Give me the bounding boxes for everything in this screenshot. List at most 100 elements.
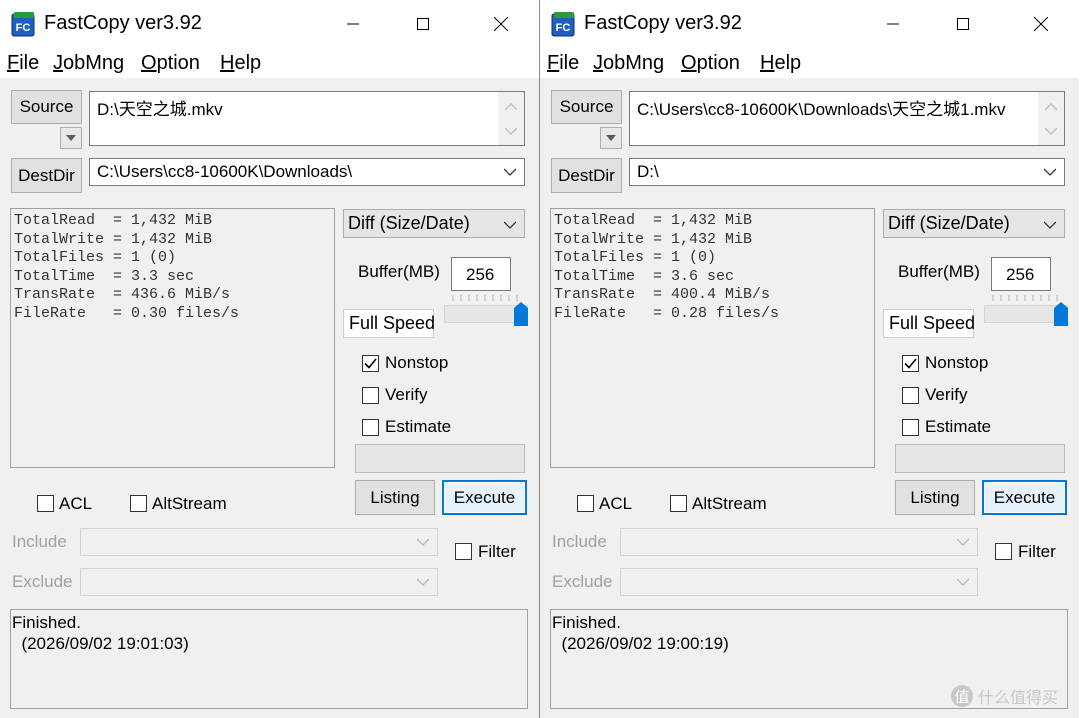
execute-button[interactable]: Execute (442, 480, 527, 515)
menu-label-rest: obMng (63, 52, 125, 74)
option-label: Nonstop (385, 353, 449, 372)
stat-line: TransRate = 436.6 MiB/s (14, 286, 231, 304)
close-icon (494, 17, 508, 31)
listing-button[interactable]: Listing (355, 480, 435, 515)
option-label: Verify (925, 385, 968, 404)
copy-mode-select[interactable]: Diff (Size/Date) (343, 209, 525, 238)
speed-slider-thumb[interactable] (1054, 302, 1068, 326)
buffer-input[interactable]: 256 (451, 257, 511, 291)
menu-label-rest: ile (19, 52, 40, 74)
option-checkbox[interactable] (362, 387, 379, 404)
close-button[interactable] (1018, 8, 1064, 40)
scroll-down-arrow[interactable] (498, 121, 524, 141)
menu-jobmng[interactable]: JobMng (53, 52, 124, 75)
menu-file[interactable]: File (547, 52, 579, 75)
altstream-checkbox[interactable] (670, 495, 687, 512)
status-line: (2026/09/02 19:01:03) (12, 634, 189, 653)
acl-checkbox[interactable] (577, 495, 594, 512)
stat-line: TotalTime = 3.6 sec (554, 267, 735, 285)
include-combo[interactable] (620, 528, 978, 556)
menu-help[interactable]: Help (760, 52, 801, 75)
source-button[interactable]: Source (551, 90, 622, 124)
speed-ticks (452, 295, 518, 301)
option-verify[interactable]: Verify (902, 385, 1022, 407)
menu-option[interactable]: Option (681, 52, 740, 75)
svg-text:FC: FC (16, 22, 31, 34)
chevron-up-icon (505, 102, 517, 110)
include-combo[interactable] (80, 528, 438, 556)
source-path-field[interactable]: D:\天空之城.mkv (89, 91, 525, 146)
altstream-checkbox[interactable] (130, 495, 147, 512)
destdir-button[interactable]: DestDir (11, 158, 82, 193)
source-path-field[interactable]: C:\Users\cc8-10600K\Downloads\天空之城1.mkv (629, 91, 1065, 146)
option-nonstop[interactable]: Nonstop (902, 353, 1022, 375)
title-bar: FC FastCopy ver3.92 (540, 0, 1079, 48)
menu-accelerator-letter: J (593, 52, 603, 74)
altstream-label: AltStream (692, 494, 767, 513)
chevron-down-icon (504, 168, 516, 176)
altstream-label: AltStream (152, 494, 227, 513)
acl-checkbox[interactable] (37, 495, 54, 512)
close-button[interactable] (478, 8, 524, 40)
option-checkbox[interactable] (362, 355, 379, 372)
menu-label-rest: ption (696, 52, 740, 74)
source-scrollbar[interactable] (498, 92, 524, 145)
stat-line: TotalFiles = 1 (0) (554, 249, 717, 267)
maximize-button[interactable] (940, 8, 986, 40)
watermark-text: 什么值得买 (977, 690, 1058, 707)
option-checkbox[interactable] (902, 419, 919, 436)
source-scrollbar[interactable] (1038, 92, 1064, 145)
menu-label-rest: ption (156, 52, 200, 74)
stats-panel: TotalRead = 1,432 MiB TotalWrite = 1,432 … (550, 208, 875, 468)
maximize-button[interactable] (400, 8, 446, 40)
scroll-up-arrow[interactable] (498, 96, 524, 116)
menu-file[interactable]: File (7, 52, 39, 75)
exclude-combo[interactable] (620, 568, 978, 596)
source-path-text: C:\Users\cc8-10600K\Downloads\天空之城1.mkv (637, 100, 1006, 119)
filter-checkbox[interactable] (455, 543, 472, 560)
dest-path-combo[interactable]: D:\ (629, 158, 1065, 186)
stat-line: FileRate = 0.28 files/s (554, 304, 780, 322)
window-title: FastCopy ver3.92 (44, 12, 202, 34)
buffer-input[interactable]: 256 (991, 257, 1051, 291)
exclude-combo[interactable] (80, 568, 438, 596)
minimize-icon (347, 23, 359, 25)
scroll-down-arrow[interactable] (1038, 121, 1064, 141)
listing-button[interactable]: Listing (895, 480, 975, 515)
progress-bar (355, 444, 525, 473)
menu-option[interactable]: Option (141, 52, 200, 75)
source-history-button[interactable] (60, 127, 82, 149)
speed-slider-thumb[interactable] (514, 302, 528, 326)
menu-jobmng[interactable]: JobMng (593, 52, 664, 75)
scroll-up-arrow[interactable] (1038, 96, 1064, 116)
execute-button[interactable]: Execute (982, 480, 1067, 515)
option-nonstop[interactable]: Nonstop (362, 353, 482, 375)
source-button[interactable]: Source (11, 90, 82, 124)
chevron-down-icon (1044, 221, 1056, 229)
option-estimate[interactable]: Estimate (362, 417, 482, 439)
chevron-down-icon (505, 127, 517, 135)
stat-line: TotalRead = 1,432 MiB (554, 212, 753, 229)
menu-help[interactable]: Help (220, 52, 261, 75)
filter-checkbox[interactable] (995, 543, 1012, 560)
minimize-button[interactable] (330, 8, 376, 40)
dest-path-combo[interactable]: C:\Users\cc8-10600K\Downloads\ (89, 158, 525, 186)
menu-accelerator-letter: J (53, 52, 63, 74)
triangle-down-icon (66, 135, 76, 141)
option-checkbox[interactable] (362, 419, 379, 436)
option-estimate[interactable]: Estimate (902, 417, 1022, 439)
option-verify[interactable]: Verify (362, 385, 482, 407)
fastcopy-window-right: FC FastCopy ver3.92 File JobMng Option H… (540, 0, 1079, 718)
destdir-button[interactable]: DestDir (551, 158, 622, 193)
include-label: Include (12, 532, 67, 551)
copy-mode-select[interactable]: Diff (Size/Date) (883, 209, 1065, 238)
option-label: Verify (385, 385, 428, 404)
triangle-down-icon (606, 135, 616, 141)
option-checkbox[interactable] (902, 355, 919, 372)
option-checkbox[interactable] (902, 387, 919, 404)
status-line: (2026/09/02 19:00:19) (552, 634, 729, 653)
svg-text:FC: FC (556, 22, 571, 34)
minimize-button[interactable] (870, 8, 916, 40)
source-history-button[interactable] (600, 127, 622, 149)
copy-mode-value: Diff (Size/Date) (888, 213, 1010, 233)
